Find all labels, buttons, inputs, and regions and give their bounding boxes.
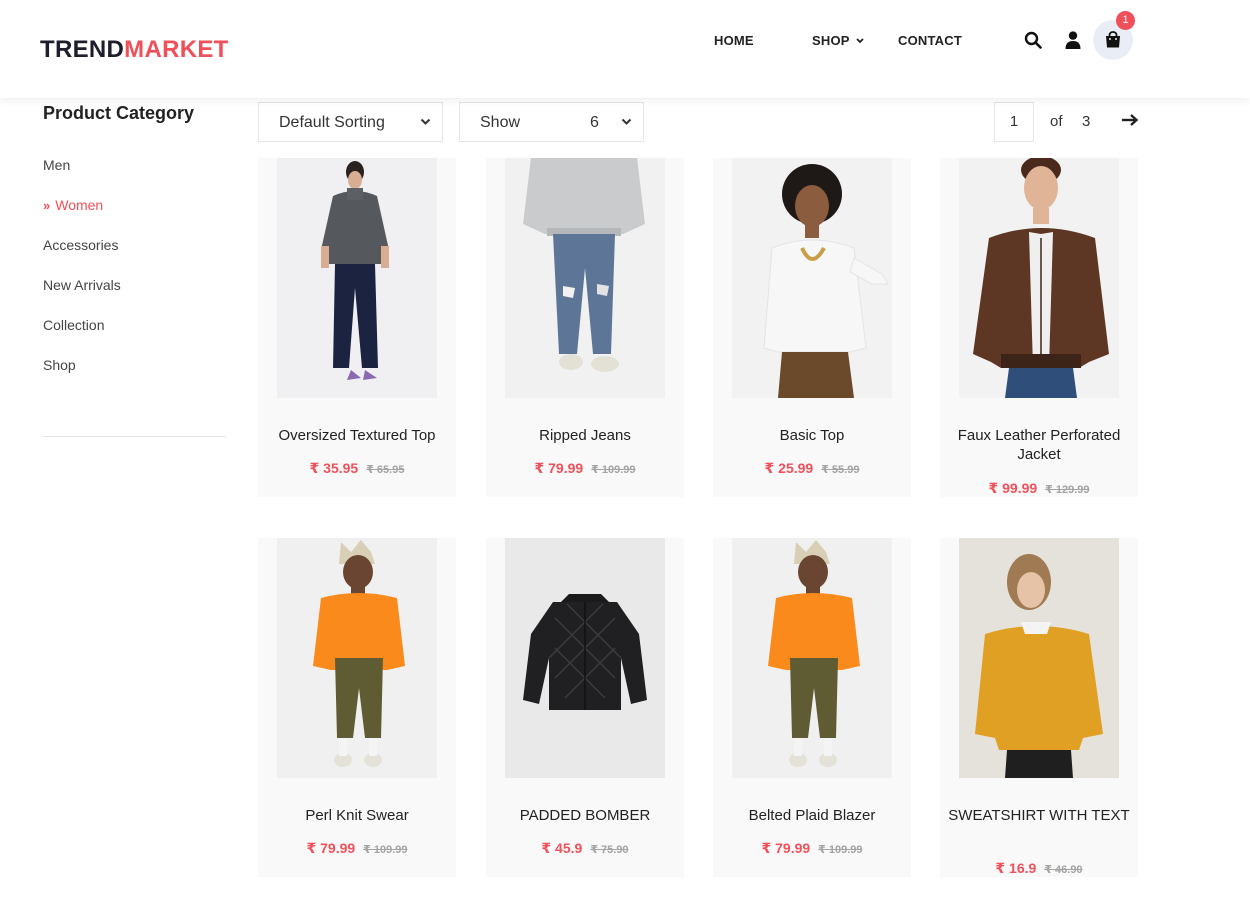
product-price: ₹ 79.99 <box>534 460 584 476</box>
product-old-price: ₹ 46.90 <box>1044 864 1083 876</box>
product-old-price: ₹ 55.99 <box>821 464 860 476</box>
product-image[interactable] <box>959 158 1119 398</box>
cart-count-badge: 1 <box>1116 11 1135 30</box>
product-name[interactable]: Perl Knit Swear <box>264 806 450 825</box>
shopping-bag-icon <box>1106 31 1120 48</box>
show-count-select[interactable]: Show 6 <box>459 102 644 142</box>
category-men[interactable]: Men <box>43 156 121 196</box>
sort-select[interactable]: Default Sorting <box>258 102 443 142</box>
sort-select-label: Default Sorting <box>279 114 385 131</box>
page-total: 3 <box>1082 113 1091 130</box>
product-name[interactable]: Oversized Textured Top <box>264 426 450 445</box>
product-price: ₹ 35.95 <box>309 460 359 476</box>
product-prices: ₹ 79.99 ₹ 109.99 <box>258 840 456 857</box>
product-name[interactable]: Faux Leather Perforated Jacket <box>946 426 1132 464</box>
page-of-label: of <box>1050 113 1063 130</box>
product-price: ₹ 99.99 <box>988 480 1038 496</box>
product-price: ₹ 45.9 <box>541 840 583 856</box>
product-card[interactable]: Oversized Textured Top ₹ 35.95 ₹ 65.95 <box>258 158 456 497</box>
product-name[interactable]: SWEATSHIRT WITH TEXT <box>946 806 1132 825</box>
chevron-down-icon <box>420 118 431 125</box>
site-logo[interactable]: TRENDMARKET <box>40 36 229 64</box>
product-prices: ₹ 16.9 ₹ 46.90 <box>940 860 1138 877</box>
product-image[interactable] <box>959 538 1119 778</box>
sidebar-title: Product Category <box>43 103 195 123</box>
user-icon[interactable] <box>1065 31 1081 49</box>
product-old-price: ₹ 129.99 <box>1045 484 1090 496</box>
product-card[interactable]: Faux Leather Perforated Jacket ₹ 99.99 ₹ … <box>940 158 1138 497</box>
product-prices: ₹ 35.95 ₹ 65.95 <box>258 460 456 477</box>
product-prices: ₹ 25.99 ₹ 55.99 <box>713 460 911 477</box>
category-collection[interactable]: Collection <box>43 316 121 356</box>
logo-part-market: MARKET <box>124 36 229 63</box>
product-card[interactable]: Ripped Jeans ₹ 79.99 ₹ 109.99 <box>486 158 684 497</box>
product-image[interactable] <box>505 158 665 398</box>
nav-contact[interactable]: CONTACT <box>898 33 962 48</box>
page-number-input[interactable]: 1 <box>994 102 1034 142</box>
product-name[interactable]: Ripped Jeans <box>492 426 678 445</box>
category-women[interactable]: » Women <box>43 196 121 236</box>
search-icon[interactable] <box>1024 31 1042 49</box>
product-prices: ₹ 79.99 ₹ 109.99 <box>486 460 684 477</box>
chevron-down-icon <box>856 38 864 44</box>
show-select-label: Show <box>480 114 521 131</box>
product-image[interactable] <box>277 158 437 398</box>
product-card[interactable]: Perl Knit Swear ₹ 79.99 ₹ 109.99 <box>258 538 456 877</box>
product-name[interactable]: PADDED BOMBER <box>492 806 678 825</box>
show-select-value: 6 <box>590 114 599 131</box>
product-prices: ₹ 45.9 ₹ 75.90 <box>486 840 684 857</box>
product-old-price: ₹ 109.99 <box>363 844 408 856</box>
product-image[interactable] <box>505 538 665 778</box>
product-old-price: ₹ 65.95 <box>366 464 405 476</box>
nav-home[interactable]: HOME <box>714 33 754 48</box>
category-list: Men » Women Accessories New Arrivals Coll… <box>43 156 121 396</box>
logo-part-trend: TREND <box>40 36 125 63</box>
product-card[interactable]: SWEATSHIRT WITH TEXT ₹ 16.9 ₹ 46.90 <box>940 538 1138 877</box>
product-image[interactable] <box>732 158 892 398</box>
product-image[interactable] <box>732 538 892 778</box>
category-women-label: Women <box>55 197 104 213</box>
double-chevron-right-icon: » <box>43 198 51 213</box>
product-card[interactable]: Basic Top ₹ 25.99 ₹ 55.99 <box>713 158 911 497</box>
product-prices: ₹ 99.99 ₹ 129.99 <box>940 480 1138 497</box>
category-new-arrivals[interactable]: New Arrivals <box>43 276 121 316</box>
product-name[interactable]: Basic Top <box>719 426 905 445</box>
product-prices: ₹ 79.99 ₹ 109.99 <box>713 840 911 857</box>
product-price: ₹ 25.99 <box>764 460 814 476</box>
sidebar-divider <box>43 436 226 437</box>
nav-shop-label: SHOP <box>812 33 850 48</box>
product-price: ₹ 79.99 <box>761 840 811 856</box>
product-old-price: ₹ 75.90 <box>590 844 629 856</box>
product-card[interactable]: Belted Plaid Blazer ₹ 79.99 ₹ 109.99 <box>713 538 911 877</box>
product-image[interactable] <box>277 538 437 778</box>
arrow-right-icon[interactable] <box>1121 112 1139 128</box>
product-card[interactable]: PADDED BOMBER ₹ 45.9 ₹ 75.90 <box>486 538 684 877</box>
category-accessories[interactable]: Accessories <box>43 236 121 276</box>
product-old-price: ₹ 109.99 <box>818 844 863 856</box>
nav-shop[interactable]: SHOP <box>812 33 864 48</box>
product-name[interactable]: Belted Plaid Blazer <box>719 806 905 825</box>
chevron-down-icon <box>621 118 632 125</box>
product-price: ₹ 79.99 <box>306 840 356 856</box>
product-price: ₹ 16.9 <box>995 860 1037 876</box>
site-header: TRENDMARKET HOME SHOP CONTACT 1 <box>0 0 1250 98</box>
category-shop[interactable]: Shop <box>43 356 121 396</box>
product-old-price: ₹ 109.99 <box>591 464 636 476</box>
